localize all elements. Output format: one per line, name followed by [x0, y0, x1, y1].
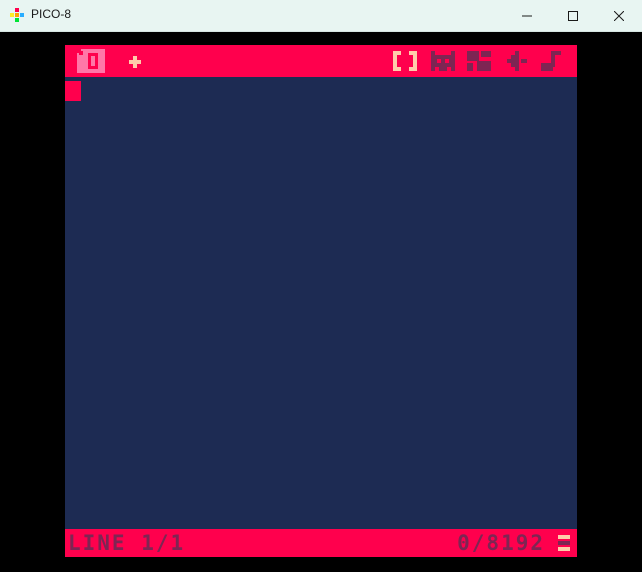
pico8-app-icon — [10, 8, 24, 22]
tab-0[interactable]: 0 — [77, 49, 105, 73]
text-cursor — [65, 81, 81, 101]
editor-toolbar: 0 + — [65, 45, 577, 77]
add-tab-button[interactable]: + — [121, 49, 149, 73]
maximize-button[interactable] — [550, 0, 596, 31]
window-title: PICO-8 — [31, 7, 72, 21]
title-bar[interactable]: PICO-8 — [0, 0, 642, 32]
menu-icon[interactable] — [558, 535, 570, 551]
minimize-icon — [522, 15, 532, 16]
status-bar: LINE 1/1 0/8192 — [65, 529, 577, 557]
minimize-button[interactable] — [504, 0, 550, 31]
maximize-icon — [568, 10, 578, 21]
token-count: 0/8192 — [457, 531, 545, 555]
close-button[interactable] — [596, 0, 642, 31]
code-editor-screen[interactable]: 0 + LINE 1/1 0/8192 — [65, 45, 577, 557]
curly-braces-icon[interactable] — [391, 49, 419, 73]
add-tab-label: + — [121, 49, 122, 50]
speaker-icon[interactable] — [501, 49, 529, 73]
tab-0-label: 0 — [77, 49, 78, 50]
close-icon — [614, 10, 624, 21]
map-grid-icon[interactable] — [465, 49, 493, 73]
music-note-icon[interactable] — [537, 49, 565, 73]
line-indicator: LINE 1/1 — [68, 531, 186, 555]
pico8-window: PICO-8 0 + LINE 1/1 0/8192 — [0, 0, 642, 572]
sprite-cat-icon[interactable] — [429, 49, 457, 73]
